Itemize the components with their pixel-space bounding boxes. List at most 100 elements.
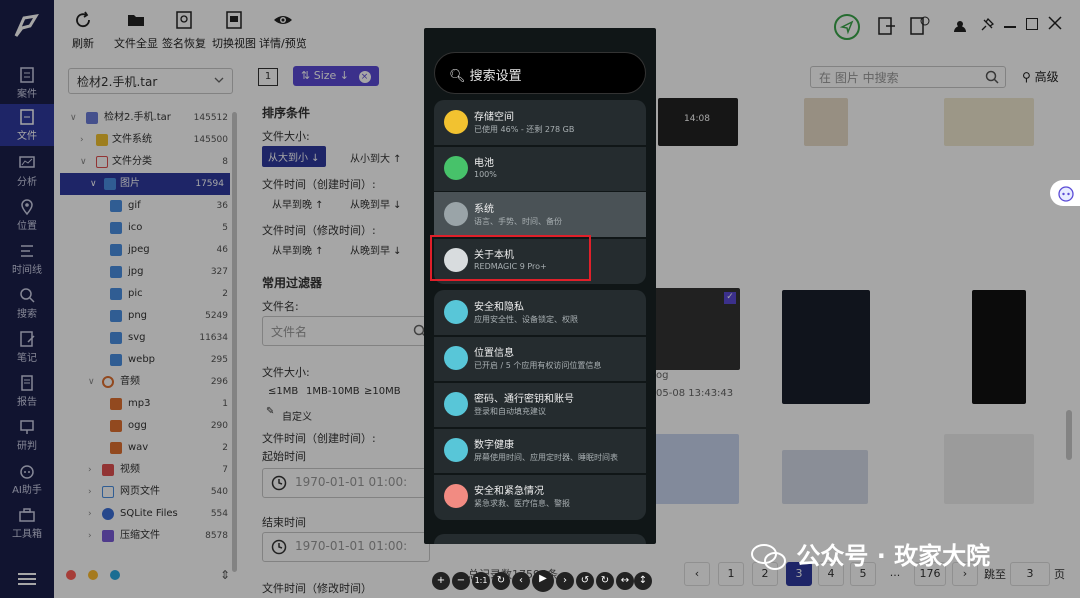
rotate-right-icon[interactable]: ↻ xyxy=(596,572,614,590)
mtime-late-option[interactable]: 从晚到早 ↓ xyxy=(350,242,402,257)
thumbnail-selected[interactable]: ✓ xyxy=(654,288,740,370)
custom-option[interactable]: 自定义 xyxy=(282,408,312,423)
page-toggle[interactable]: 1 xyxy=(258,68,278,86)
tree-row-images[interactable]: ∨ 图片 17594 xyxy=(60,173,230,195)
tree-row[interactable]: wav 2 xyxy=(54,437,234,459)
filename-input[interactable]: 文件名 xyxy=(262,316,432,346)
task-icon[interactable] xyxy=(910,16,930,39)
export-icon[interactable] xyxy=(878,16,896,39)
size-le1mb-option[interactable]: ≤1MB xyxy=(268,386,298,397)
nav-location[interactable]: 位置 xyxy=(0,194,54,236)
remove-icon[interactable]: × xyxy=(358,71,371,83)
ctime-late-option[interactable]: 从晚到早 ↓ xyxy=(350,196,402,211)
tree-row[interactable]: › SQLite Files 554 xyxy=(54,503,234,525)
settings-item-storage[interactable]: 存储空间 已使用 46% - 还剩 278 GB xyxy=(434,100,646,146)
reset-icon[interactable]: ↻ xyxy=(492,572,510,590)
zoom-in-icon[interactable]: + xyxy=(432,572,450,590)
nav-note[interactable]: 笔记 xyxy=(0,326,54,368)
source-select[interactable]: 检材2.手机.tar xyxy=(68,68,233,94)
ai-assistant-float-button[interactable] xyxy=(1050,180,1080,206)
image-search-input[interactable]: 在 图片 中搜索 xyxy=(810,66,1006,88)
nav-analysis[interactable]: 分析 xyxy=(0,150,54,192)
zoom-out-icon[interactable]: − xyxy=(452,572,470,590)
thumbnail[interactable] xyxy=(782,290,870,404)
thumbnail[interactable] xyxy=(804,98,848,146)
signature-recover-button[interactable]: 签名恢复 xyxy=(162,10,206,51)
menu-icon[interactable] xyxy=(18,572,36,589)
size-asc-option[interactable]: 从小到大 ↑ xyxy=(350,150,402,165)
maximize-icon[interactable] xyxy=(1026,18,1038,30)
prev-page-icon[interactable]: ‹ xyxy=(684,562,710,586)
tree-row[interactable]: › 压缩文件 8578 xyxy=(54,525,234,547)
size-sort-pill[interactable]: ⇅ Size ↓ × xyxy=(293,66,379,86)
tree-row[interactable]: gif 36 xyxy=(54,195,234,217)
actual-size-icon[interactable]: 1:1 xyxy=(472,572,490,590)
send-icon[interactable] xyxy=(834,14,860,40)
tree-row[interactable]: png 5249 xyxy=(54,305,234,327)
advanced-search-button[interactable]: ⚲ 高级 xyxy=(1022,68,1059,85)
settings-item-battery[interactable]: 电池 100% xyxy=(434,146,646,192)
nav-report[interactable]: 报告 xyxy=(0,370,54,412)
play-icon[interactable]: ▶ xyxy=(532,570,554,592)
thumbnail[interactable]: 14:08 xyxy=(658,98,738,146)
nav-file[interactable]: 文件 xyxy=(0,104,54,146)
settings-item-location[interactable]: 位置信息 已开启 / 5 个应用有权访问位置信息 xyxy=(434,336,646,382)
nav-ai[interactable]: AI助手 xyxy=(0,458,54,500)
size-1-10mb-option[interactable]: 1MB-10MB xyxy=(306,386,360,397)
settings-item-passwords[interactable]: 密码、通行密钥和账号 登录和自动填充建议 xyxy=(434,382,646,428)
settings-item-wellbeing[interactable]: 数字健康 屏幕使用时间、应用定时器、睡眠时间表 xyxy=(434,428,646,474)
show-all-files-button[interactable]: 文件全显 xyxy=(114,10,158,51)
nav-toolbox[interactable]: 工具箱 xyxy=(0,502,54,544)
tree-row[interactable]: › 文件系统 145500 xyxy=(54,129,234,151)
tree-row[interactable]: jpeg 46 xyxy=(54,239,234,261)
size-ge10mb-option[interactable]: ≥10MB xyxy=(364,386,401,397)
prev-icon[interactable]: ‹ xyxy=(512,572,530,590)
tree-scrollbar[interactable] xyxy=(232,112,237,572)
tree-row[interactable]: ogg 290 xyxy=(54,415,234,437)
tree-row[interactable]: ico 5 xyxy=(54,217,234,239)
tree-row[interactable]: pic 2 xyxy=(54,283,234,305)
tree-row[interactable]: jpg 327 xyxy=(54,261,234,283)
tree-row[interactable]: ∨ 检材2.手机.tar 145512 xyxy=(54,107,234,129)
pin-icon[interactable] xyxy=(980,17,995,35)
tree-row[interactable]: ∨ 音频 296 xyxy=(54,371,234,393)
user-icon[interactable] xyxy=(954,20,966,35)
tree-row[interactable]: webp 295 xyxy=(54,349,234,371)
tree-row[interactable]: mp3 1 xyxy=(54,393,234,415)
flip-horizontal-icon[interactable]: ↔ xyxy=(616,572,634,590)
ctime-early-option[interactable]: 从早到晚 ↑ xyxy=(272,196,324,211)
settings-item-system[interactable]: 系统 语言、手势、时间、备份 xyxy=(434,192,646,238)
minimize-icon[interactable] xyxy=(1004,26,1016,28)
flip-vertical-icon[interactable]: ↕ xyxy=(634,572,652,590)
settings-item-emergency[interactable]: 安全和紧急情况 紧急求救、医疗信息、警报 xyxy=(434,474,646,520)
tree-row[interactable]: svg 11634 xyxy=(54,327,234,349)
thumbnail[interactable] xyxy=(972,290,1026,404)
grid-scrollbar[interactable] xyxy=(1066,410,1072,460)
nav-timeline[interactable]: 时间线 xyxy=(0,238,54,280)
end-time-input[interactable]: 1970-01-01 01:00: xyxy=(262,532,430,562)
switch-view-button[interactable]: 切换视图 xyxy=(212,10,256,51)
settings-item-security[interactable]: 安全和隐私 应用安全性、设备锁定、权限 xyxy=(434,290,646,336)
thumbnail[interactable] xyxy=(944,98,1034,146)
start-time-input[interactable]: 1970-01-01 01:00: xyxy=(262,468,430,498)
nav-case[interactable]: 案件 xyxy=(0,62,54,104)
close-icon[interactable] xyxy=(1048,16,1062,33)
rotate-left-icon[interactable]: ↺ xyxy=(576,572,594,590)
next-icon[interactable]: › xyxy=(556,572,574,590)
size-desc-option[interactable]: 从大到小 ↓ xyxy=(262,146,326,167)
tree-row[interactable]: › 网页文件 540 xyxy=(54,481,234,503)
detail-preview-button[interactable]: 详情/预览 xyxy=(259,10,307,51)
tree-row[interactable]: ∨ 文件分类 8 xyxy=(54,151,234,173)
phone-search-bar[interactable]: 🔍︎ 搜索设置 xyxy=(434,52,646,94)
refresh-button[interactable]: 刷新 xyxy=(72,10,94,51)
nav-judge[interactable]: 研判 xyxy=(0,414,54,456)
check-icon[interactable]: ✓ xyxy=(724,292,736,304)
collapse-icon[interactable]: ⇕ xyxy=(220,568,230,582)
nav-search[interactable]: 搜索 xyxy=(0,282,54,324)
tree-row[interactable]: › 视频 7 xyxy=(54,459,234,481)
page-button[interactable]: 1 xyxy=(718,562,744,586)
thumbnail[interactable] xyxy=(644,434,739,504)
mtime-early-option[interactable]: 从早到晚 ↑ xyxy=(272,242,324,257)
thumbnail[interactable] xyxy=(944,434,1034,504)
thumbnail[interactable] xyxy=(782,450,868,504)
